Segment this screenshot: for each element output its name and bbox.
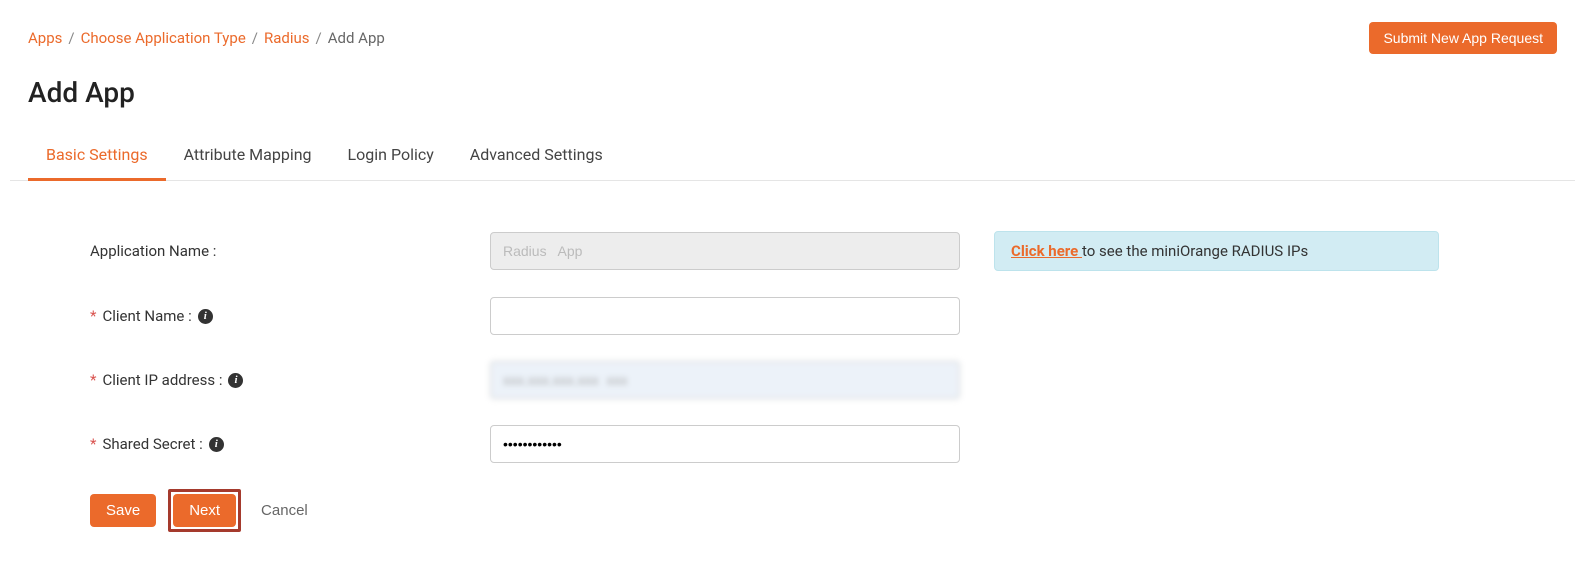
client-ip-input[interactable] bbox=[490, 361, 960, 399]
info-icon[interactable]: i bbox=[228, 373, 243, 388]
required-marker: * bbox=[90, 371, 96, 389]
client-ip-label: *Client IP address : i bbox=[90, 371, 490, 389]
info-box-text: to see the miniOrange RADIUS IPs bbox=[1082, 242, 1308, 260]
info-icon[interactable]: i bbox=[198, 309, 213, 324]
info-icon[interactable]: i bbox=[209, 437, 224, 452]
shared-secret-input[interactable] bbox=[490, 425, 960, 463]
next-button[interactable]: Next bbox=[173, 494, 236, 527]
breadcrumb-link-apps[interactable]: Apps bbox=[28, 29, 62, 47]
cancel-button[interactable]: Cancel bbox=[253, 494, 316, 527]
client-name-input[interactable] bbox=[490, 297, 960, 335]
next-button-highlight: Next bbox=[168, 489, 241, 532]
tabs: Basic Settings Attribute Mapping Login P… bbox=[10, 133, 1575, 181]
tab-advanced-settings[interactable]: Advanced Settings bbox=[452, 133, 621, 181]
shared-secret-label: *Shared Secret : i bbox=[90, 435, 490, 453]
breadcrumb-current: Add App bbox=[328, 29, 385, 47]
tab-basic-settings[interactable]: Basic Settings bbox=[28, 133, 166, 181]
click-here-link[interactable]: Click here bbox=[1011, 242, 1082, 260]
save-button[interactable]: Save bbox=[90, 494, 156, 527]
tab-login-policy[interactable]: Login Policy bbox=[330, 133, 452, 181]
application-name-label: Application Name : bbox=[90, 242, 490, 260]
form-area: Application Name : Click here to see the… bbox=[0, 181, 1585, 552]
application-name-input[interactable] bbox=[490, 232, 960, 270]
submit-new-app-request-button[interactable]: Submit New App Request bbox=[1369, 22, 1557, 54]
tab-attribute-mapping[interactable]: Attribute Mapping bbox=[166, 133, 330, 181]
radius-ip-info-box: Click here to see the miniOrange RADIUS … bbox=[994, 231, 1439, 271]
button-row: Save Next Cancel bbox=[90, 489, 1495, 532]
page-title: Add App bbox=[0, 62, 1585, 133]
client-name-label: *Client Name : i bbox=[90, 307, 490, 325]
breadcrumb-sep: / bbox=[252, 29, 258, 47]
breadcrumb-sep: / bbox=[68, 29, 74, 47]
required-marker: * bbox=[90, 435, 96, 453]
required-marker: * bbox=[90, 307, 96, 325]
breadcrumb: Apps / Choose Application Type / Radius … bbox=[28, 29, 385, 47]
breadcrumb-sep: / bbox=[316, 29, 322, 47]
breadcrumb-link-radius[interactable]: Radius bbox=[264, 29, 310, 47]
breadcrumb-link-choose-type[interactable]: Choose Application Type bbox=[81, 29, 246, 47]
